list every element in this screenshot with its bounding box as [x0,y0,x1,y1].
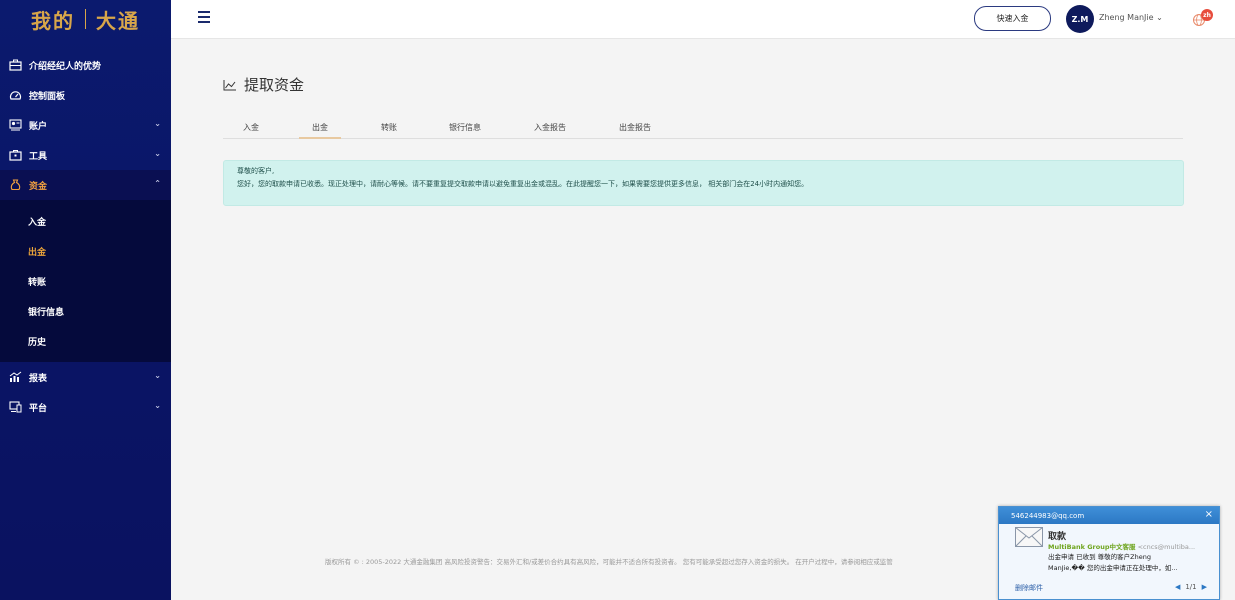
sidebar-item-ib-advantages[interactable]: 介绍经纪人的优势 [0,50,171,80]
brand-text-left: 我的 [31,8,75,33]
dashboard-gauge-icon [8,88,22,102]
brand-divider [85,9,86,29]
area-chart-icon [223,79,236,90]
notification-body-line: 出金申请 已收到 尊敬的客户Zheng [1048,553,1151,561]
top-header: 快速入金 Z.M Zheng ManJie ⌄ zh [171,0,1235,39]
account-icon [8,118,22,132]
delete-mail-link[interactable]: 删除邮件 [1015,583,1043,593]
sidebar-item-label: 控制面板 [29,91,66,102]
submenu-item-transfer[interactable]: 转账 [0,266,171,296]
notice-message: 您好，您的取款申请已收悉。现正处理中，请耐心等候。请不要重复提交取款申请以避免重… [237,180,809,188]
pager-count: 1/1 [1185,583,1197,591]
sender-address: <cncs@multiba... [1137,543,1196,551]
chevron-down-icon[interactable]: ⌄ [154,119,161,128]
close-icon[interactable]: × [1205,509,1213,520]
username: Zheng ManJie [1099,13,1154,22]
money-bag-icon [8,178,22,192]
withdraw-notice: 尊敬的客户, 您好，您的取款申请已收悉。现正处理中，请耐心等候。请不要重复提交取… [223,160,1184,206]
notification-header: 546244983@qq.com × [999,507,1219,524]
user-menu[interactable]: Zheng ManJie ⌄ [1099,13,1163,22]
sender-name: MultiBank Group中文客服 [1048,543,1136,551]
notification-body: 出金申请 已收到 尊敬的客户Zheng ManJie,�� 您的出金申请正在处理… [1048,552,1213,574]
page-title-text: 提取资金 [244,76,305,94]
notice-greeting: 尊敬的客户, [237,167,275,175]
chevron-down-icon[interactable]: ⌄ [154,371,161,380]
tab-withdraw-report[interactable]: 出金报告 [619,122,651,138]
globe-icon: zh [1193,9,1213,26]
chevron-down-icon: ⌄ [1156,13,1163,22]
devices-icon [8,400,22,414]
tab-withdraw[interactable]: 出金 [299,122,341,139]
submenu-item-history[interactable]: 历史 [0,326,171,356]
sidebar-item-label: 介绍经纪人的优势 [29,61,102,72]
notification-pager: ◀ 1/1 ▶ [1175,583,1207,591]
submenu-item-deposit[interactable]: 入金 [0,206,171,236]
brand-text-right: 大通 [96,8,140,33]
sidebar-item-reports[interactable]: 报表 ⌄ [0,362,171,392]
submenu-item-bank-info[interactable]: 银行信息 [0,296,171,326]
sidebar-item-label: 平台 [29,403,48,414]
email-notification-popup[interactable]: 546244983@qq.com × 取款 MultiBank Group中文客… [998,506,1220,600]
next-arrow-icon[interactable]: ▶ [1202,583,1207,591]
tab-bank-info[interactable]: 银行信息 [449,122,481,138]
sidebar-nav: 介绍经纪人的优势 控制面板 账户 ⌄ 工具 ⌄ 资金 ⌃ 入金 出金 转账 银行… [0,50,171,422]
envelope-icon [1015,527,1043,547]
funds-tabs: 入金 出金 转账 银行信息 入金报告 出金报告 [223,118,1183,139]
sidebar-item-platforms[interactable]: 平台 ⌄ [0,392,171,422]
submenu-item-withdraw[interactable]: 出金 [0,236,171,266]
lang-badge: zh [1203,12,1211,19]
sidebar-item-label: 账户 [29,121,48,132]
sidebar-item-dashboard[interactable]: 控制面板 [0,80,171,110]
tab-deposit-report[interactable]: 入金报告 [534,122,566,138]
footer-disclaimer: 版权所有 © : 2005-2022 大通金融集团 高风险投资警告：交易外汇和/… [325,558,893,566]
briefcase-icon [8,58,22,72]
sidebar-item-funds[interactable]: 资金 ⌃ [0,170,171,200]
notification-account: 546244983@qq.com [1011,511,1085,520]
chevron-down-icon[interactable]: ⌄ [154,149,161,158]
language-selector[interactable]: zh [1192,9,1214,27]
tab-deposit[interactable]: 入金 [243,122,259,138]
prev-arrow-icon[interactable]: ◀ [1175,583,1180,591]
bar-chart-icon [8,370,22,384]
tab-transfer[interactable]: 转账 [381,122,397,138]
notification-sender: MultiBank Group中文客服 <cncs@multiba... [1048,541,1213,551]
sidebar: 我的 大通 介绍经纪人的优势 控制面板 账户 ⌄ 工具 ⌄ 资金 ⌃ 入金 出金… [0,0,171,600]
sidebar-item-label: 工具 [29,151,48,162]
page-title: 提取资金 [223,74,304,95]
notification-body-line: ManJie,�� 您的出金申请正在处理中，如... [1048,564,1178,572]
chevron-down-icon[interactable]: ⌄ [154,401,161,410]
quick-deposit-button[interactable]: 快速入金 [974,6,1051,31]
sidebar-item-accounts[interactable]: 账户 ⌄ [0,110,171,140]
sidebar-item-tools[interactable]: 工具 ⌄ [0,140,171,170]
avatar[interactable]: Z.M [1066,5,1094,33]
brand-logo[interactable]: 我的 大通 [0,0,171,38]
funds-submenu: 入金 出金 转账 银行信息 历史 [0,200,171,362]
chevron-up-icon[interactable]: ⌃ [154,179,161,188]
toolbox-icon [8,148,22,162]
sidebar-item-label: 报表 [29,373,48,384]
menu-toggle-icon[interactable] [198,11,210,26]
sidebar-item-label: 资金 [29,181,48,192]
